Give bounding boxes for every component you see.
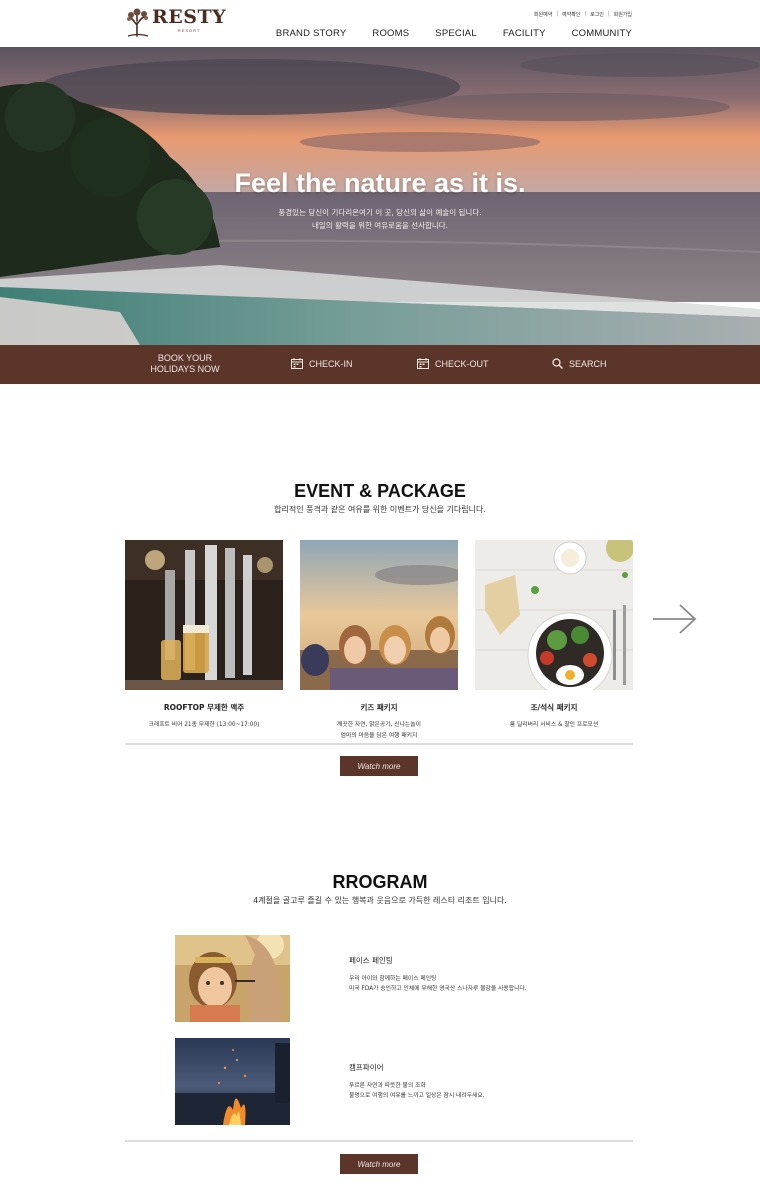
utility-links: 회원예약 | 예약확인 | 로그인 | 회원가입: [534, 11, 632, 18]
event-card-title: 키즈 패키지: [360, 703, 398, 712]
hero-subtitle-line2: 내일의 활력을 위한 여유로움을 선사합니다.: [311, 221, 449, 230]
main-nav: BRAND STORY ROOMS SPECIAL FACILITY COMMU…: [276, 28, 632, 39]
site-header: RESTY RESORT 회원예약 | 예약확인 | 로그인 | 회원가입 BR…: [0, 0, 760, 47]
program-image-face-painting[interactable]: [175, 935, 290, 1022]
tree-logo-icon: [127, 8, 149, 37]
logo[interactable]: RESTY RESORT: [126, 7, 226, 37]
nav-rooms[interactable]: ROOMS: [372, 28, 409, 39]
event-card-desc-line2: 엄마의 마음을 담은 여행 패키지: [340, 733, 418, 739]
program-item-title: 캠프파이어: [349, 1063, 384, 1072]
util-separator: |: [584, 11, 587, 17]
event-card-rooftop[interactable]: ROOFTOP 무제한 맥주 크래프트 비어 21종 무제한 (13:00~17…: [125, 540, 283, 731]
event-card-desc: 룸 딜리버리 서비스 & 할인 프로모션: [475, 720, 633, 731]
program-section-subtitle: 4계절을 골고루 즐길 수 있는 행복과 웃음으로 가득한 레스티 리조트 입니…: [253, 896, 507, 905]
nav-community[interactable]: COMMUNITY: [572, 28, 632, 39]
search-label: SEARCH: [569, 358, 607, 369]
program-item-desc-line1: 우리 아이와 함께하는 페이스 페인팅: [349, 976, 437, 982]
check-out-label: CHECK-OUT: [435, 358, 489, 369]
util-link-reserve[interactable]: 회원예약: [534, 11, 552, 18]
util-link-signup[interactable]: 회원가입: [614, 11, 632, 18]
program-item-title: 페이스 페인팅: [349, 956, 393, 965]
nav-brand-story[interactable]: BRAND STORY: [276, 28, 346, 39]
check-out-button[interactable]: CHECK-OUT: [417, 358, 489, 369]
util-separator: |: [556, 11, 558, 17]
check-in-button[interactable]: CHECK-IN: [291, 358, 353, 369]
util-separator: |: [607, 11, 610, 17]
program-item-desc-line2: 미국 FDA가 승인하고 인체에 무해한 영국산 스나자루 물감을 사용합니다.: [349, 986, 527, 992]
event-section-subtitle: 합리적인 풍격과 같은 여유를 위한 이벤트가 당신을 기다립니다.: [274, 505, 486, 514]
event-section-title: EVENT & PACKAGE: [294, 481, 466, 501]
event-image-beer: [125, 540, 283, 690]
program-item-desc-line1: 푸르른 자연과 따뜻한 불의 조화: [349, 1083, 426, 1089]
section-divider: [125, 743, 633, 745]
booking-bar: BOOK YOUR HOLIDAYS NOW CHECK-IN CHECK-OU…: [0, 345, 760, 384]
program-item-desc: 푸르른 자연과 따뜻한 불의 조화 불멍으로 여행의 여유를 느끼고 일상은 잠…: [349, 1081, 485, 1101]
arrow-right-icon[interactable]: [652, 603, 697, 635]
logo-wordmark: RESTY: [152, 6, 227, 28]
event-image-kids: [300, 540, 458, 690]
calendar-icon: [291, 358, 303, 369]
util-link-login[interactable]: 로그인: [590, 11, 604, 18]
calendar-icon: [417, 358, 429, 369]
event-watch-more-button[interactable]: Watch more: [340, 756, 418, 776]
check-in-label: CHECK-IN: [309, 358, 353, 369]
program-item-desc: 우리 아이와 함께하는 페이스 페인팅 미국 FDA가 승인하고 인체에 무해한…: [349, 974, 527, 994]
search-icon: [552, 358, 563, 369]
hero-subtitle-line1: 풍경있는 당신이 기다리온여기 이 곳, 당신의 삶이 예술이 됩니다.: [278, 208, 482, 217]
program-section-title: RROGRAM: [332, 872, 428, 892]
hero-title: Feel the nature as it is.: [234, 168, 526, 198]
event-card-desc: 크래프트 비어 21종 무제한 (13:00~17:00): [125, 720, 283, 731]
program-watch-more-button[interactable]: Watch more: [340, 1154, 418, 1174]
event-card-desc-line1: 깨끗한 자연, 맑은공기, 신나는놀이: [337, 722, 421, 728]
event-card-desc-line1: 크래프트 비어 21종 무제한 (13:00~17:00): [148, 722, 260, 728]
event-card-desc-line1: 룸 딜리버리 서비스 & 할인 프로모션: [509, 722, 599, 728]
event-image-breakfast: [475, 540, 633, 690]
event-card-title: 조/석식 패키지: [530, 703, 578, 712]
event-card-kids[interactable]: 키즈 패키지 깨끗한 자연, 맑은공기, 신나는놀이 엄마의 마음을 담은 여행…: [300, 540, 458, 742]
event-card-meal[interactable]: 조/석식 패키지 룸 딜리버리 서비스 & 할인 프로모션: [475, 540, 633, 731]
booking-label-line2: HOLIDAYS NOW: [150, 364, 220, 374]
event-card-title: ROOFTOP 무제한 맥주: [163, 703, 245, 712]
program-item-desc-line2: 불멍으로 여행의 여유를 느끼고 일상은 잠시 내려두세요.: [349, 1093, 485, 1099]
search-button[interactable]: SEARCH: [552, 358, 607, 369]
booking-label-line1: BOOK YOUR: [157, 353, 213, 363]
nav-facility[interactable]: FACILITY: [503, 28, 546, 39]
nav-special[interactable]: SPECIAL: [435, 28, 477, 39]
section-divider: [125, 1140, 633, 1142]
booking-label: BOOK YOUR HOLIDAYS NOW: [150, 353, 220, 375]
program-image-campfire[interactable]: [175, 1038, 290, 1125]
util-link-check[interactable]: 예약확인: [562, 11, 580, 18]
logo-subtext: RESORT: [177, 28, 201, 33]
hero-banner: Feel the nature as it is. 풍경있는 당신이 기다리온여…: [0, 47, 760, 345]
event-card-desc: 깨끗한 자연, 맑은공기, 신나는놀이 엄마의 마음을 담은 여행 패키지: [300, 720, 458, 742]
